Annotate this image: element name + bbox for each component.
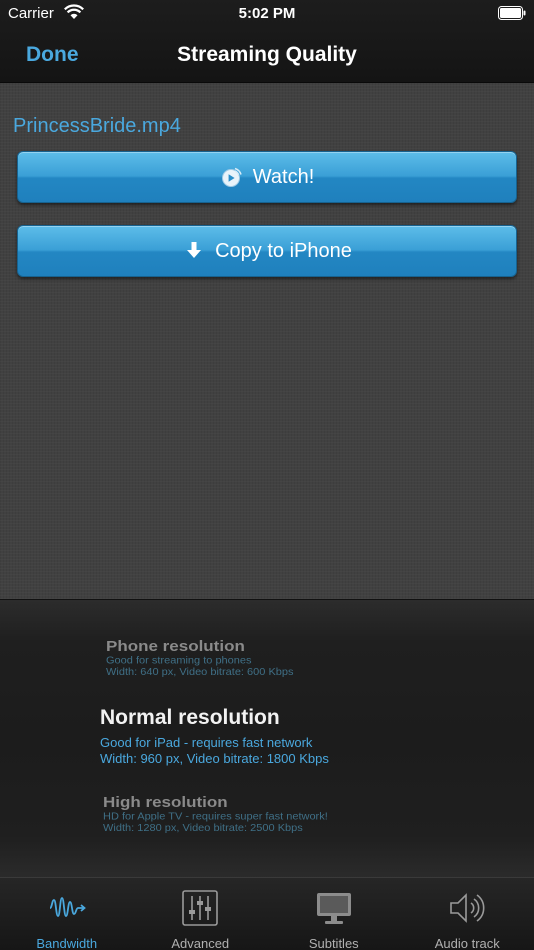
- copy-to-iphone-button[interactable]: Copy to iPhone: [17, 225, 517, 277]
- picker-option-high[interactable]: High resolution HD for Apple TV - requir…: [103, 794, 328, 835]
- option-specs: Width: 640 px, Video bitrate: 600 Kbps: [106, 667, 294, 678]
- page-title: Streaming Quality: [177, 43, 357, 66]
- monitor-icon: [316, 893, 351, 924]
- tab-label: Advanced: [171, 936, 230, 950]
- status-bar: Carrier 5:02 PM: [0, 0, 534, 28]
- picker-option-phone[interactable]: Phone resolution Good for streaming to p…: [106, 638, 294, 679]
- option-title: Normal resolution: [100, 706, 280, 729]
- option-specs: Width: 960 px, Video bitrate: 1800 Kbps: [100, 750, 329, 766]
- waveform-icon: [49, 897, 86, 917]
- watch-button[interactable]: Watch!: [17, 151, 517, 203]
- tab-label: Subtitles: [308, 936, 359, 950]
- tab-audio-track[interactable]: Audio track: [401, 878, 534, 950]
- tab-bandwidth[interactable]: Bandwidth: [0, 878, 134, 950]
- tab-subtitles[interactable]: Subtitles: [267, 878, 401, 950]
- copy-button-label: Copy to iPhone: [215, 239, 352, 262]
- navigation-bar: Carrier 5:02 PM Done Streaming Quality: [0, 0, 534, 83]
- option-description: Good for streaming to phones: [106, 655, 252, 667]
- option-title: High resolution: [103, 794, 228, 811]
- picker-option-normal[interactable]: Normal resolution Good for iPad - requir…: [100, 706, 329, 766]
- play-stream-icon: [221, 167, 242, 187]
- option-specs: Width: 1280 px, Video bitrate: 2500 Kbps: [103, 823, 303, 834]
- download-arrow-icon: [187, 242, 202, 258]
- clock: 5:02 PM: [238, 5, 296, 22]
- tab-advanced[interactable]: Advanced: [134, 878, 268, 950]
- quality-picker[interactable]: ​ Phone resolution Good for streaming to…: [0, 599, 534, 878]
- option-description: Good for iPad - requires fast network: [100, 735, 313, 750]
- file-name: PrincessBride.mp4: [13, 115, 181, 137]
- tab-label: Audio track: [434, 936, 500, 950]
- tab-label: Bandwidth: [36, 936, 98, 950]
- watch-button-label: Watch!: [252, 165, 315, 188]
- option-title: Phone resolution: [106, 638, 245, 655]
- screen: Carrier 5:02 PM Done Streaming Quality P…: [0, 0, 534, 950]
- speaker-icon: [450, 893, 485, 923]
- sliders-icon: [182, 890, 219, 926]
- option-description: HD for Apple TV - requires super fast ne…: [103, 811, 328, 823]
- battery-icon: [498, 6, 526, 20]
- tab-bar: Bandwidth Advanced Subtitles Audio track: [0, 877, 534, 950]
